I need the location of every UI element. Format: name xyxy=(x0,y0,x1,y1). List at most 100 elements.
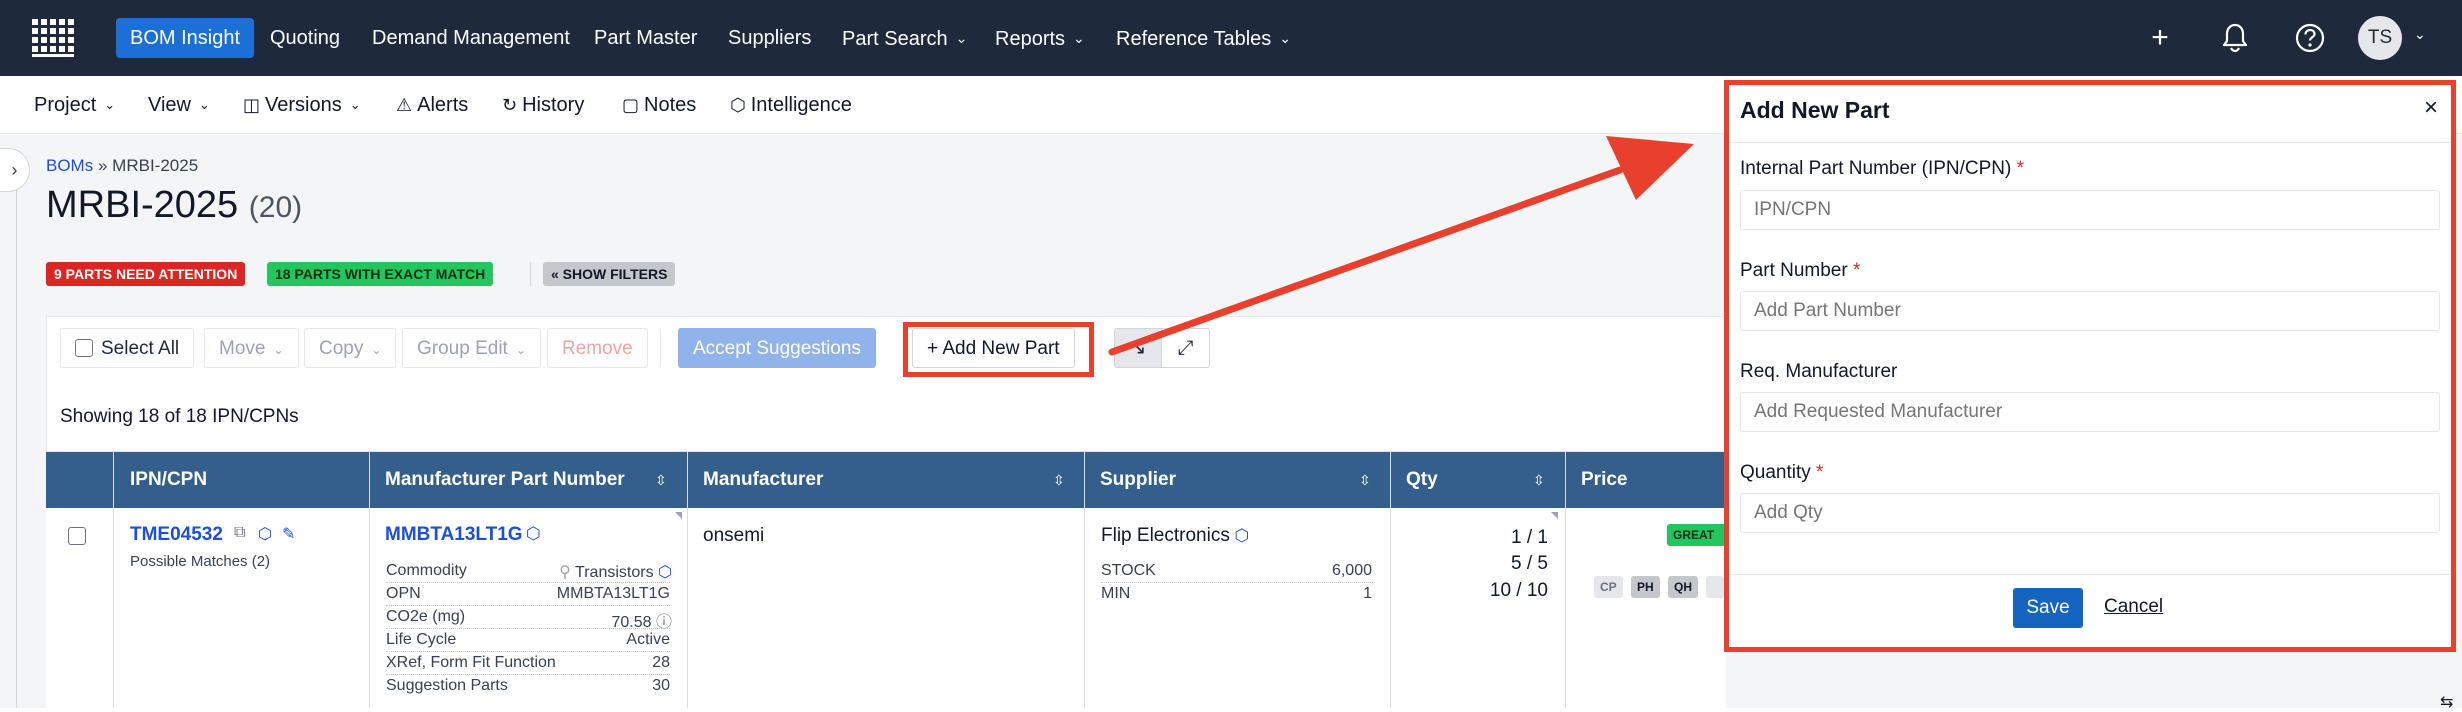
row-separator xyxy=(386,582,670,583)
sort-icon[interactable]: ⇳ xyxy=(1533,452,1545,508)
pin-icon: ⚲ xyxy=(559,564,576,581)
subnav-label: Alerts xyxy=(417,94,469,116)
accept-suggestions-button[interactable]: Accept Suggestions xyxy=(678,328,876,368)
nav-suppliers[interactable]: Suppliers xyxy=(728,0,811,76)
subnav-view[interactable]: View ⌄ xyxy=(148,76,210,134)
group-edit-label: Group Edit xyxy=(417,338,508,359)
nav-part-search[interactable]: Part Search ⌄ xyxy=(842,0,967,76)
nav-bom-insight[interactable]: BOM Insight xyxy=(116,18,255,58)
group-edit-button[interactable]: Group Edit ⌄ xyxy=(402,328,541,368)
cube-icon[interactable]: ⬡ xyxy=(526,524,541,544)
cube-icon: ⬡ xyxy=(1229,526,1250,545)
nav-reports[interactable]: Reports ⌄ xyxy=(995,0,1085,76)
subnav-label: History xyxy=(522,94,585,116)
chevron-down-icon: ⌄ xyxy=(955,30,968,46)
nav-part-master[interactable]: Part Master xyxy=(594,0,697,76)
possible-matches[interactable]: Possible Matches (2) xyxy=(130,553,270,570)
subnav-project[interactable]: Project ⌄ xyxy=(34,76,115,134)
row-checkbox[interactable] xyxy=(68,527,86,545)
attention-badge[interactable]: 9 PARTS NEED ATTENTION xyxy=(46,262,246,286)
supplier-name: Flip Electronics xyxy=(1101,525,1230,546)
subnav-history[interactable]: ↻ History xyxy=(502,76,584,134)
col-header-qty[interactable]: Qty xyxy=(1406,452,1438,508)
notes-icon: ▢ xyxy=(622,95,640,115)
col-header-manufacturer[interactable]: Manufacturer xyxy=(703,452,823,508)
remove-label: Remove xyxy=(562,338,633,359)
expand-icon[interactable]: ⤢ xyxy=(1162,328,1210,368)
subnav-label: Intelligence xyxy=(750,94,852,116)
field-label-text: Part Number xyxy=(1740,260,1848,281)
cancel-button[interactable]: Cancel xyxy=(2104,596,2163,618)
ipn-text: TME04532 xyxy=(130,524,223,545)
resize-handle-icon[interactable]: ⇆ xyxy=(2440,692,2453,712)
part-count: (20) xyxy=(248,191,303,224)
part-number-input[interactable] xyxy=(1740,291,2440,331)
col-header-label: IPN/CPN xyxy=(130,469,208,490)
price-rating-text: GREAT xyxy=(1673,528,1715,542)
close-icon[interactable]: × xyxy=(2424,94,2438,122)
copy-button[interactable]: Copy ⌄ xyxy=(304,328,397,368)
help-icon[interactable] xyxy=(2294,22,2326,54)
move-button[interactable]: Move ⌄ xyxy=(204,328,299,368)
sidebar-edge xyxy=(16,190,17,708)
app-logo-icon[interactable] xyxy=(30,17,78,59)
showing-count: Showing 18 of 18 IPN/CPNs xyxy=(60,406,299,427)
chevron-down-icon[interactable]: ⌄ xyxy=(2414,26,2426,43)
breadcrumb-boms-link[interactable]: BOMs xyxy=(46,156,93,175)
nav-demand-management[interactable]: Demand Management xyxy=(372,0,570,76)
copy-icon[interactable]: ⧉ xyxy=(234,524,245,542)
exact-match-badge[interactable]: 18 PARTS WITH EXACT MATCH xyxy=(267,262,494,286)
subnav-versions[interactable]: ◫ Versions ⌄ xyxy=(243,76,361,134)
manufacturer-input[interactable] xyxy=(1740,392,2440,432)
ipn-input[interactable] xyxy=(1740,190,2440,230)
manufacturer-field-label: Req. Manufacturer xyxy=(1740,361,1897,383)
sort-icon[interactable]: ⇳ xyxy=(1359,452,1371,508)
price-tag-ph[interactable]: PH xyxy=(1631,576,1660,598)
col-header-label: Price xyxy=(1581,469,1628,490)
nav-reference-tables[interactable]: Reference Tables ⌄ xyxy=(1116,0,1291,76)
col-header-ipn[interactable]: IPN/CPN xyxy=(130,452,207,508)
show-filters-button[interactable]: « SHOW FILTERS xyxy=(543,262,676,286)
sort-icon[interactable]: ⇳ xyxy=(655,452,667,508)
ipn-link[interactable]: TME04532 xyxy=(130,524,223,546)
row-separator xyxy=(386,628,670,629)
page-title: MRBI-2025 (20) xyxy=(46,184,302,227)
detail-key: OPN xyxy=(386,585,421,602)
price-tag-more[interactable] xyxy=(1706,576,1724,598)
cube-icon[interactable]: ⬡ xyxy=(258,524,272,544)
sort-icon[interactable]: ⇳ xyxy=(1053,452,1065,508)
required-marker: * xyxy=(1852,260,1861,281)
avatar[interactable]: TS xyxy=(2358,16,2402,60)
subnav-notes[interactable]: ▢ Notes xyxy=(622,76,696,134)
select-all-checkbox[interactable] xyxy=(75,339,93,357)
top-nav: BOM Insight Quoting Demand Management Pa… xyxy=(0,0,2462,76)
save-button[interactable]: Save xyxy=(2013,588,2083,628)
col-header-mpn[interactable]: Manufacturer Part Number xyxy=(385,452,625,508)
col-header-label: Manufacturer xyxy=(703,469,824,490)
quantity-input[interactable] xyxy=(1740,493,2440,533)
breadcrumb-current: MRBI-2025 xyxy=(112,156,199,175)
price-tag-cp[interactable]: CP xyxy=(1594,576,1623,598)
cube-icon: ⬡ xyxy=(653,564,672,581)
collapse-icon[interactable]: ↘ xyxy=(1114,328,1162,368)
required-marker: * xyxy=(2016,158,2025,179)
mpn-link[interactable]: MMBTA13LT1G xyxy=(385,524,523,546)
edit-pencil-icon[interactable]: ✎ xyxy=(282,524,295,544)
plus-icon[interactable]: + xyxy=(2140,18,2180,58)
select-all-button[interactable]: Select All xyxy=(60,328,195,368)
chevron-down-icon: ⌄ xyxy=(515,343,526,357)
price-tag-qh[interactable]: QH xyxy=(1668,576,1698,598)
bell-icon[interactable] xyxy=(2220,22,2250,54)
supplier-value[interactable]: Flip Electronics ⬡ xyxy=(1101,525,1249,547)
subnav-alerts[interactable]: ⚠ Alerts xyxy=(396,76,468,134)
remove-button[interactable]: Remove xyxy=(547,328,648,368)
price-tag-label: QH xyxy=(1674,580,1692,594)
col-header-supplier[interactable]: Supplier xyxy=(1100,452,1176,508)
subnav-intelligence[interactable]: ⬡ Intelligence xyxy=(730,76,852,134)
col-header-label: Qty xyxy=(1406,469,1438,490)
corner-marker xyxy=(1551,512,1558,519)
detail-value: 28 xyxy=(652,654,670,671)
col-header-price[interactable]: Price xyxy=(1581,452,1627,508)
nav-quoting[interactable]: Quoting xyxy=(270,0,340,76)
toolbar-divider xyxy=(660,330,661,366)
